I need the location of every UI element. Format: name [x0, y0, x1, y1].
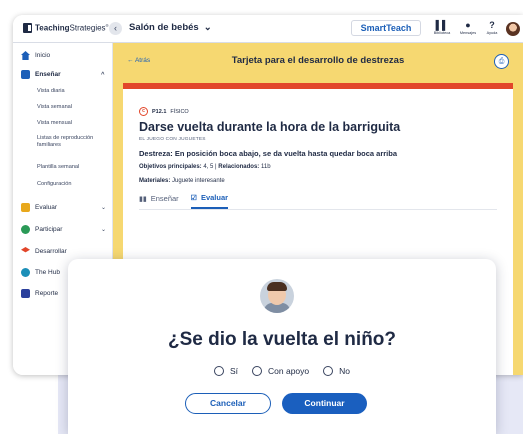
option-con-apoyo[interactable]: Con apoyo — [252, 366, 309, 376]
sidebar-subitem-vista-semanal[interactable]: Vista semanal — [37, 104, 72, 111]
checkmark-icon — [21, 203, 30, 212]
physical-area-icon: c — [139, 107, 148, 116]
sidebar-item-label: Evaluar — [35, 204, 58, 211]
sidebar-subitem-plantilla[interactable]: Plantilla semanal — [37, 164, 79, 171]
avatar-hair — [267, 282, 287, 291]
chevron-down-icon: ⌄ — [203, 22, 212, 33]
tab-label: Evaluar — [200, 193, 229, 202]
option-label: Con apoyo — [268, 366, 310, 376]
sidebar-item-reporte[interactable]: Reporte — [21, 289, 58, 298]
objectives-line: Objetivos principales: 4, 5 | Relacionad… — [139, 164, 271, 170]
objective-code: c P12.1 FÍSICO — [139, 107, 189, 116]
objectives-label: Objetivos principales: — [139, 164, 202, 170]
materials-label: Materiales: — [139, 178, 171, 184]
card-heading: Darse vuelta durante la hora de la barri… — [139, 120, 401, 134]
user-avatar[interactable] — [506, 22, 520, 36]
sidebar-item-label: The Hub — [35, 269, 60, 276]
modal-question: ¿Se dio la vuelta el niño? — [167, 329, 397, 350]
radio-si[interactable] — [213, 366, 224, 376]
sidebar-item-label: Enseñar — [35, 71, 61, 78]
library-label: Biblioteca — [433, 31, 451, 35]
option-si[interactable]: Sí — [213, 366, 239, 376]
continue-button[interactable]: Continuar — [282, 393, 367, 414]
option-no[interactable]: No — [323, 366, 350, 376]
objective-number: P12.1 — [152, 108, 167, 115]
library-icon: ▌▌ — [435, 20, 449, 30]
smartteach-button[interactable]: SmartTeach — [351, 20, 421, 36]
logo-bold: Teaching — [35, 23, 70, 33]
messages-label: Mensajes — [459, 31, 477, 35]
child-avatar — [260, 279, 294, 313]
sidebar-subitem-vista-diaria[interactable]: Vista diaria — [37, 88, 65, 95]
top-bar: TeachingStrategies® ‹ Salón de bebés ⌄ S… — [13, 15, 523, 43]
chevron-up-icon: ^ — [101, 71, 105, 78]
option-label: No — [339, 366, 351, 376]
chevron-down-icon: ⌄ — [101, 227, 107, 233]
printer-icon: ⎙ — [498, 58, 505, 65]
messages-button[interactable]: ● Mensajes — [456, 20, 480, 36]
sidebar-item-label: Reporte — [35, 290, 59, 297]
help-button[interactable]: ? Ayuda — [480, 20, 504, 36]
sidebar-item-inicio[interactable]: Inicio — [21, 51, 50, 60]
chart-icon — [21, 289, 30, 298]
sidebar-subitem-listas[interactable]: Listas de reproducción familiares — [37, 135, 107, 149]
sidebar-item-evaluar[interactable]: Evaluar ⌄ — [21, 203, 106, 212]
book-icon — [21, 70, 30, 79]
teaching-strategies-logo[interactable]: TeachingStrategies® — [23, 23, 109, 33]
home-icon — [21, 51, 30, 60]
materials-value: Juguete interesante — [172, 178, 225, 184]
sidebar-item-the-hub[interactable]: The Hub — [21, 268, 60, 277]
chat-icon: ● — [465, 20, 471, 30]
radio-con-apoyo[interactable] — [252, 366, 263, 376]
answer-options: Sí Con apoyo No — [68, 366, 496, 376]
graduation-cap-icon — [21, 247, 30, 253]
library-button[interactable]: ▌▌ Biblioteca — [430, 20, 454, 36]
checkmark-icon: ☑ — [190, 194, 197, 202]
logo-mark-icon — [23, 23, 32, 33]
sidebar-item-label: Desarrollar — [35, 248, 67, 255]
tab-divider — [139, 209, 497, 210]
objective-area: FÍSICO — [170, 108, 189, 115]
related-value: 11b — [260, 164, 271, 170]
book-icon: ▮▮ — [139, 195, 147, 203]
sidebar-subitem-configuracion[interactable]: Configuración — [37, 181, 72, 188]
skill-description: Destreza: En posición boca abajo, se da … — [139, 149, 397, 158]
logo-text: Strategies — [69, 23, 106, 33]
assessment-modal: ¿Se dio la vuelta el niño? Sí Con apoyo … — [68, 259, 496, 434]
print-button[interactable]: ⎙ — [494, 54, 509, 69]
cancel-button[interactable]: Cancelar — [185, 393, 271, 414]
help-label: Ayuda — [486, 31, 498, 35]
related-label: Relacionados: — [218, 164, 260, 170]
tab-ensenar[interactable]: ▮▮ Enseñar — [139, 193, 179, 209]
sidebar-item-desarrollar[interactable]: Desarrollar — [21, 247, 67, 256]
sidebar-item-label: Participar — [35, 226, 63, 233]
classroom-selector[interactable]: Salón de bebés ⌄ — [129, 22, 212, 33]
help-icon: ? — [489, 20, 495, 30]
sidebar-item-participar[interactable]: Participar ⌄ — [21, 225, 106, 234]
people-icon — [21, 225, 30, 234]
globe-icon — [21, 268, 30, 277]
tab-evaluar[interactable]: ☑ Evaluar — [190, 193, 229, 209]
card-header: ← Atrás Tarjeta para el desarrollo de de… — [113, 43, 523, 81]
card-tabs: ▮▮ Enseñar ☑ Evaluar — [139, 193, 229, 209]
option-label: Sí — [229, 366, 239, 376]
tab-label: Enseñar — [150, 194, 179, 203]
objectives-value: 4, 5 — [203, 164, 214, 170]
classroom-name: Salón de bebés — [129, 22, 199, 33]
chevron-left-icon: ‹ — [114, 23, 117, 33]
sidebar-subitem-vista-mensual[interactable]: Vista mensual — [37, 120, 72, 127]
collapse-sidebar-button[interactable]: ‹ — [109, 22, 122, 35]
chevron-down-icon: ⌄ — [101, 205, 107, 211]
sidebar-item-ensenar[interactable]: Enseñar ^ — [21, 70, 105, 79]
materials-line: Materiales: Juguete interesante — [139, 178, 225, 184]
sidebar-item-label: Inicio — [35, 52, 51, 59]
radio-no[interactable] — [323, 366, 334, 376]
card-subtitle: EL JUEGO CON JUGUETES — [139, 137, 206, 142]
page-title: Tarjeta para el desarrollo de destrezas — [231, 55, 405, 66]
